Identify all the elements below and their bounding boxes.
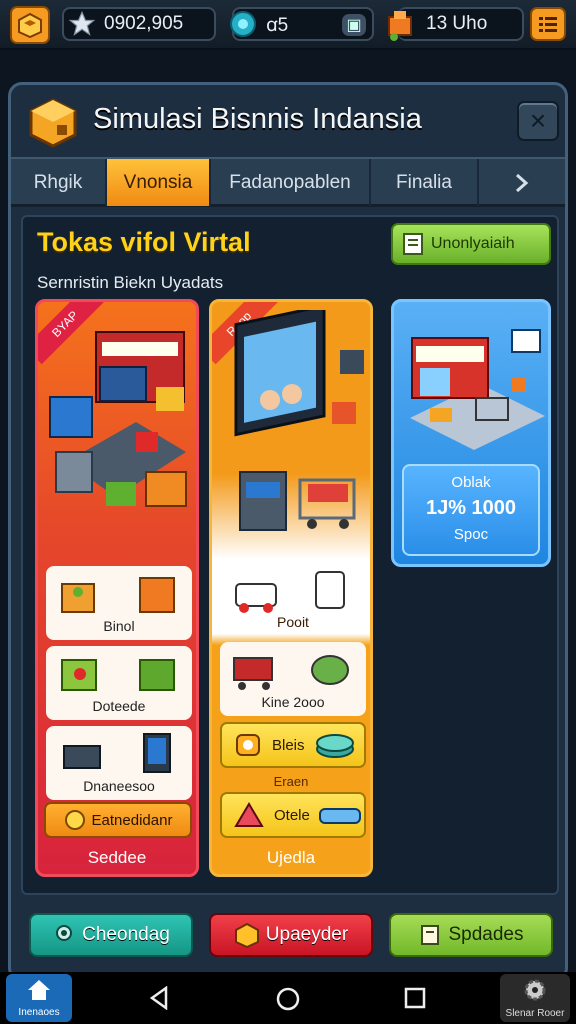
- card-footer: Seddee: [87, 848, 147, 867]
- coins-counter[interactable]: 0902,905: [62, 7, 216, 41]
- store-title: Tokas vifol Virtal: [37, 227, 251, 257]
- cheondag-button[interactable]: Cheondag: [29, 913, 193, 957]
- product-tile[interactable]: Kine 2ooo: [220, 642, 366, 716]
- card-footer: Ujedla: [266, 848, 316, 867]
- action-button[interactable]: Eatnedidanr: [44, 802, 192, 838]
- shop-illustration: [49, 331, 187, 507]
- warning-icon: [234, 802, 264, 827]
- produce-icon: [61, 659, 175, 691]
- document-icon: [403, 233, 423, 255]
- chevron-right-icon: [516, 173, 529, 192]
- offer-line-1: Oblak: [451, 474, 491, 491]
- gems-value: ꭤ5: [266, 15, 289, 36]
- crates-icon: [61, 577, 175, 613]
- offer-box: Oblak 1J% 1000 Spoc: [402, 464, 540, 556]
- settings-tab[interactable]: Slenar Rooer: [500, 974, 570, 1022]
- tab-finalia[interactable]: Finalia: [371, 159, 479, 206]
- tab-next-arrow[interactable]: [479, 159, 565, 206]
- store-card-left[interactable]: BYAP Binol Doteede Dnaneesoo Eatnedidanr…: [35, 299, 199, 877]
- store-content: Tokas vifol Virtal Sernristin Biekn Uyad…: [21, 215, 559, 895]
- back-icon[interactable]: [148, 986, 170, 1010]
- cart-bowl-icon: [233, 655, 349, 690]
- system-nav-bar: Inenaoes Slenar Rooer: [0, 972, 576, 1024]
- bills-row[interactable]: Bleis: [220, 722, 366, 768]
- close-button[interactable]: ×: [517, 101, 559, 141]
- gear-gem-icon: [230, 11, 256, 37]
- device-icon: [63, 733, 171, 773]
- tab-fadanopablen[interactable]: Fadanopablen: [211, 159, 371, 206]
- tab-rhgik[interactable]: Rhgik: [11, 159, 107, 206]
- shield-coin-icon: [236, 734, 260, 756]
- tab-bar: Rhgik Vnonsia Fadanopablen Finalia: [11, 157, 565, 207]
- offer-line-3: Spoc: [453, 526, 489, 543]
- gear-icon: [524, 979, 546, 1001]
- home-tab[interactable]: Inenaoes: [6, 974, 72, 1022]
- delivery-icon: [235, 571, 345, 613]
- business-panel: Simulasi Bisnnis Indansia × Rhgik Vnonsi…: [8, 82, 568, 982]
- panel-title: Simulasi Bisnnis Indansia: [93, 103, 422, 135]
- product-tile[interactable]: Pooit: [220, 566, 366, 636]
- otele-row[interactable]: Otele: [220, 792, 366, 838]
- house-icon: [28, 980, 50, 1000]
- top-bar: 0902,905 ꭤ5 ▣ 13 Uho: [0, 0, 576, 50]
- box-icon: [234, 922, 259, 948]
- upgrade-info-button[interactable]: Unonlyaiaih: [391, 223, 551, 265]
- spdades-button[interactable]: Spdades: [389, 913, 553, 957]
- tab-vnonsia[interactable]: Vnonsia: [107, 159, 211, 206]
- product-tile[interactable]: Dnaneesoo: [46, 726, 192, 800]
- coins-value: 0902,905: [104, 13, 184, 34]
- add-gems-icon[interactable]: ▣: [342, 14, 366, 36]
- store-subtitle: Sernristin Biekn Uyadats: [37, 273, 224, 292]
- stack-icon: [315, 734, 354, 758]
- recents-icon[interactable]: [404, 987, 426, 1009]
- close-icon: ×: [529, 105, 547, 136]
- storefront-illustration: [410, 329, 545, 450]
- product-tile[interactable]: Doteede: [46, 646, 192, 720]
- home-tab-label: Inenaoes: [18, 1007, 60, 1018]
- home-box-icon[interactable]: [10, 6, 50, 44]
- store-card-right[interactable]: Oblak 1J% 1000 Spoc: [391, 299, 551, 567]
- upgrade-button[interactable]: Upaeyder: [209, 913, 373, 957]
- home-circle-icon[interactable]: [275, 986, 301, 1012]
- gems-counter[interactable]: ꭤ5 ▣: [230, 7, 374, 41]
- crate-icon: [29, 98, 77, 148]
- product-tile[interactable]: Binol: [46, 566, 192, 640]
- tray-icon: [318, 808, 361, 824]
- energy-value: 13 Uho: [426, 13, 488, 34]
- energy-counter[interactable]: 13 Uho: [388, 7, 524, 41]
- coin-icon: [64, 810, 85, 830]
- scroll-icon: [421, 925, 440, 945]
- monitor-illustration: [234, 310, 364, 531]
- menu-button[interactable]: [530, 7, 566, 41]
- menu-icon: [539, 17, 557, 32]
- map-pin-icon: [56, 925, 73, 941]
- row-sublabel: Eraen: [273, 774, 309, 789]
- store-card-middle[interactable]: Raop Pooit Kine 2ooo: [209, 299, 373, 877]
- settings-tab-label: Slenar Rooer: [505, 1008, 565, 1019]
- star-icon: [68, 10, 96, 36]
- offer-price: 1J% 1000: [425, 497, 517, 519]
- building-icon: [388, 11, 412, 41]
